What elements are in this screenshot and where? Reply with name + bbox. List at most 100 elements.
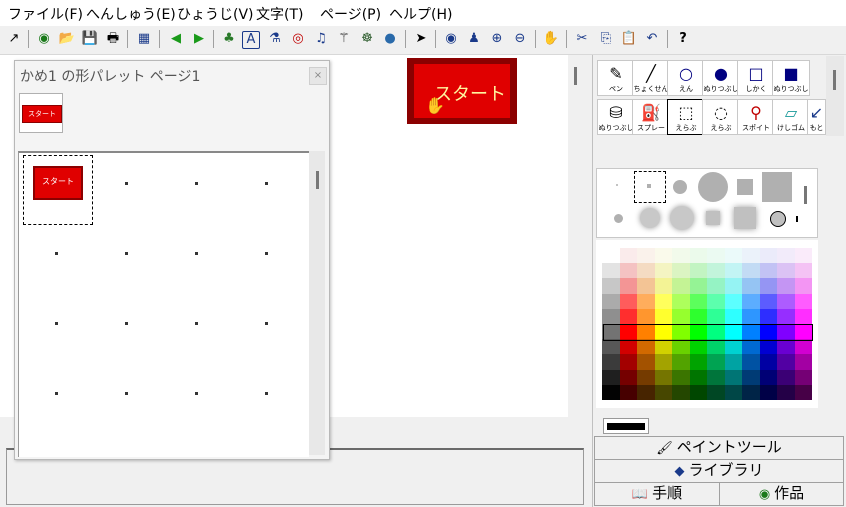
color-swatch[interactable] [707, 248, 725, 264]
color-swatch[interactable] [672, 354, 690, 370]
color-swatch[interactable] [794, 278, 812, 294]
brush-size[interactable] [673, 180, 687, 194]
color-swatch[interactable] [759, 308, 777, 324]
color-swatch[interactable] [777, 248, 795, 264]
brush-size[interactable] [614, 214, 623, 223]
color-swatch[interactable] [637, 248, 655, 264]
tool-line[interactable]: ╱ ちょくせん [632, 60, 670, 96]
color-swatch[interactable] [619, 293, 637, 309]
palette-scroll-thumb[interactable] [316, 171, 319, 189]
tab-paint-tool[interactable]: 🖌 ペイントツール [594, 436, 844, 460]
tool-rect-select[interactable]: ⬚ えらぶ [667, 99, 705, 135]
brush-size[interactable] [706, 211, 720, 225]
color-swatch[interactable] [724, 384, 742, 400]
tool-filled-circle[interactable]: ● ぬりつぶし [702, 60, 740, 96]
brush-size[interactable] [698, 172, 728, 202]
tool-bucket[interactable]: ⛁ ぬりつぶし [597, 99, 635, 135]
color-swatch[interactable] [759, 263, 777, 279]
grid-cell[interactable] [125, 392, 128, 395]
color-swatch[interactable] [724, 278, 742, 294]
movie-icon[interactable]: ☸ [357, 29, 377, 49]
color-swatch[interactable] [707, 308, 725, 324]
new-window-icon[interactable]: ↗ [4, 29, 24, 49]
eye-icon[interactable]: ◎ [288, 29, 308, 49]
color-swatch[interactable] [777, 384, 795, 400]
color-swatch[interactable] [724, 308, 742, 324]
color-swatch[interactable] [619, 339, 637, 355]
stop-hand-icon[interactable]: ✋ [541, 29, 561, 49]
grid-cell[interactable] [195, 322, 198, 325]
color-swatch[interactable] [724, 369, 742, 385]
brush-size[interactable] [670, 206, 694, 230]
stamp-icon[interactable]: ♟ [464, 29, 484, 49]
color-swatch[interactable] [637, 354, 655, 370]
tool-circle[interactable]: ○ えん [667, 60, 705, 96]
print-icon[interactable]: 🖶 [103, 29, 123, 49]
color-swatch[interactable] [619, 354, 637, 370]
menu-file[interactable]: ファイル(F) [8, 4, 83, 24]
color-swatch[interactable] [654, 263, 672, 279]
tool-rectangle[interactable]: □ しかく [737, 60, 775, 96]
grid-cell[interactable] [55, 252, 58, 255]
tool-filled-rectangle[interactable]: ■ ぬりつぶし [772, 60, 810, 96]
grid-cell[interactable] [265, 392, 268, 395]
text-icon[interactable]: A [242, 31, 260, 49]
current-color-swatch[interactable] [603, 418, 649, 434]
grid-cell[interactable] [125, 252, 128, 255]
color-swatch[interactable] [654, 278, 672, 294]
color-swatch[interactable] [724, 263, 742, 279]
color-swatch[interactable] [654, 308, 672, 324]
color-swatch[interactable] [654, 369, 672, 385]
grid-cell[interactable] [195, 252, 198, 255]
shape-grid[interactable]: スタート [18, 151, 309, 457]
color-swatch[interactable] [794, 263, 812, 279]
color-swatch[interactable] [707, 278, 725, 294]
color-swatch[interactable] [619, 308, 637, 324]
color-swatch[interactable] [724, 293, 742, 309]
color-swatch[interactable] [637, 369, 655, 385]
globe-icon[interactable]: ◉ [34, 29, 54, 49]
color-swatch[interactable] [742, 308, 760, 324]
color-swatch[interactable] [689, 308, 707, 324]
brush-size[interactable] [616, 184, 618, 186]
color-swatch[interactable] [742, 369, 760, 385]
color-swatch[interactable] [759, 278, 777, 294]
color-swatch[interactable] [759, 248, 777, 264]
color-swatch[interactable] [742, 339, 760, 355]
color-swatch[interactable] [672, 339, 690, 355]
layout-icon[interactable]: ▦ [134, 29, 154, 49]
color-swatch[interactable] [602, 354, 620, 370]
tool-scrollbar[interactable] [826, 56, 844, 136]
color-swatch[interactable] [759, 354, 777, 370]
color-swatch[interactable] [777, 263, 795, 279]
brush-size[interactable] [640, 208, 660, 228]
color-swatch[interactable] [794, 369, 812, 385]
color-swatch[interactable] [724, 354, 742, 370]
undo-icon[interactable]: ↶ [642, 29, 662, 49]
forward-arrow-icon[interactable]: ▶ [189, 29, 209, 49]
tool-eraser[interactable]: ▱ けしゴム [772, 99, 810, 135]
close-icon[interactable]: × [309, 67, 327, 85]
color-swatch[interactable] [689, 384, 707, 400]
tool-scroll-thumb[interactable] [833, 70, 836, 90]
globe-alt-icon[interactable]: ● [380, 29, 400, 49]
color-swatch[interactable] [602, 308, 620, 324]
color-swatch[interactable] [689, 369, 707, 385]
color-swatch[interactable] [654, 248, 672, 264]
brush-size[interactable] [762, 172, 792, 202]
color-swatch[interactable] [707, 354, 725, 370]
color-swatch[interactable] [672, 384, 690, 400]
color-swatch[interactable] [707, 293, 725, 309]
color-swatch[interactable] [689, 293, 707, 309]
color-swatch[interactable] [689, 248, 707, 264]
color-swatch[interactable] [794, 339, 812, 355]
view-icon[interactable]: ◉ [441, 29, 461, 49]
color-swatch[interactable] [777, 293, 795, 309]
cut-icon[interactable]: ✂ [572, 29, 592, 49]
brush-size[interactable] [770, 211, 786, 227]
brush-scroll-thumb[interactable] [804, 186, 807, 204]
color-swatch[interactable] [689, 278, 707, 294]
color-swatch[interactable] [637, 278, 655, 294]
color-swatch[interactable] [759, 369, 777, 385]
tab-works[interactable]: ◉ 作品 [719, 482, 844, 506]
